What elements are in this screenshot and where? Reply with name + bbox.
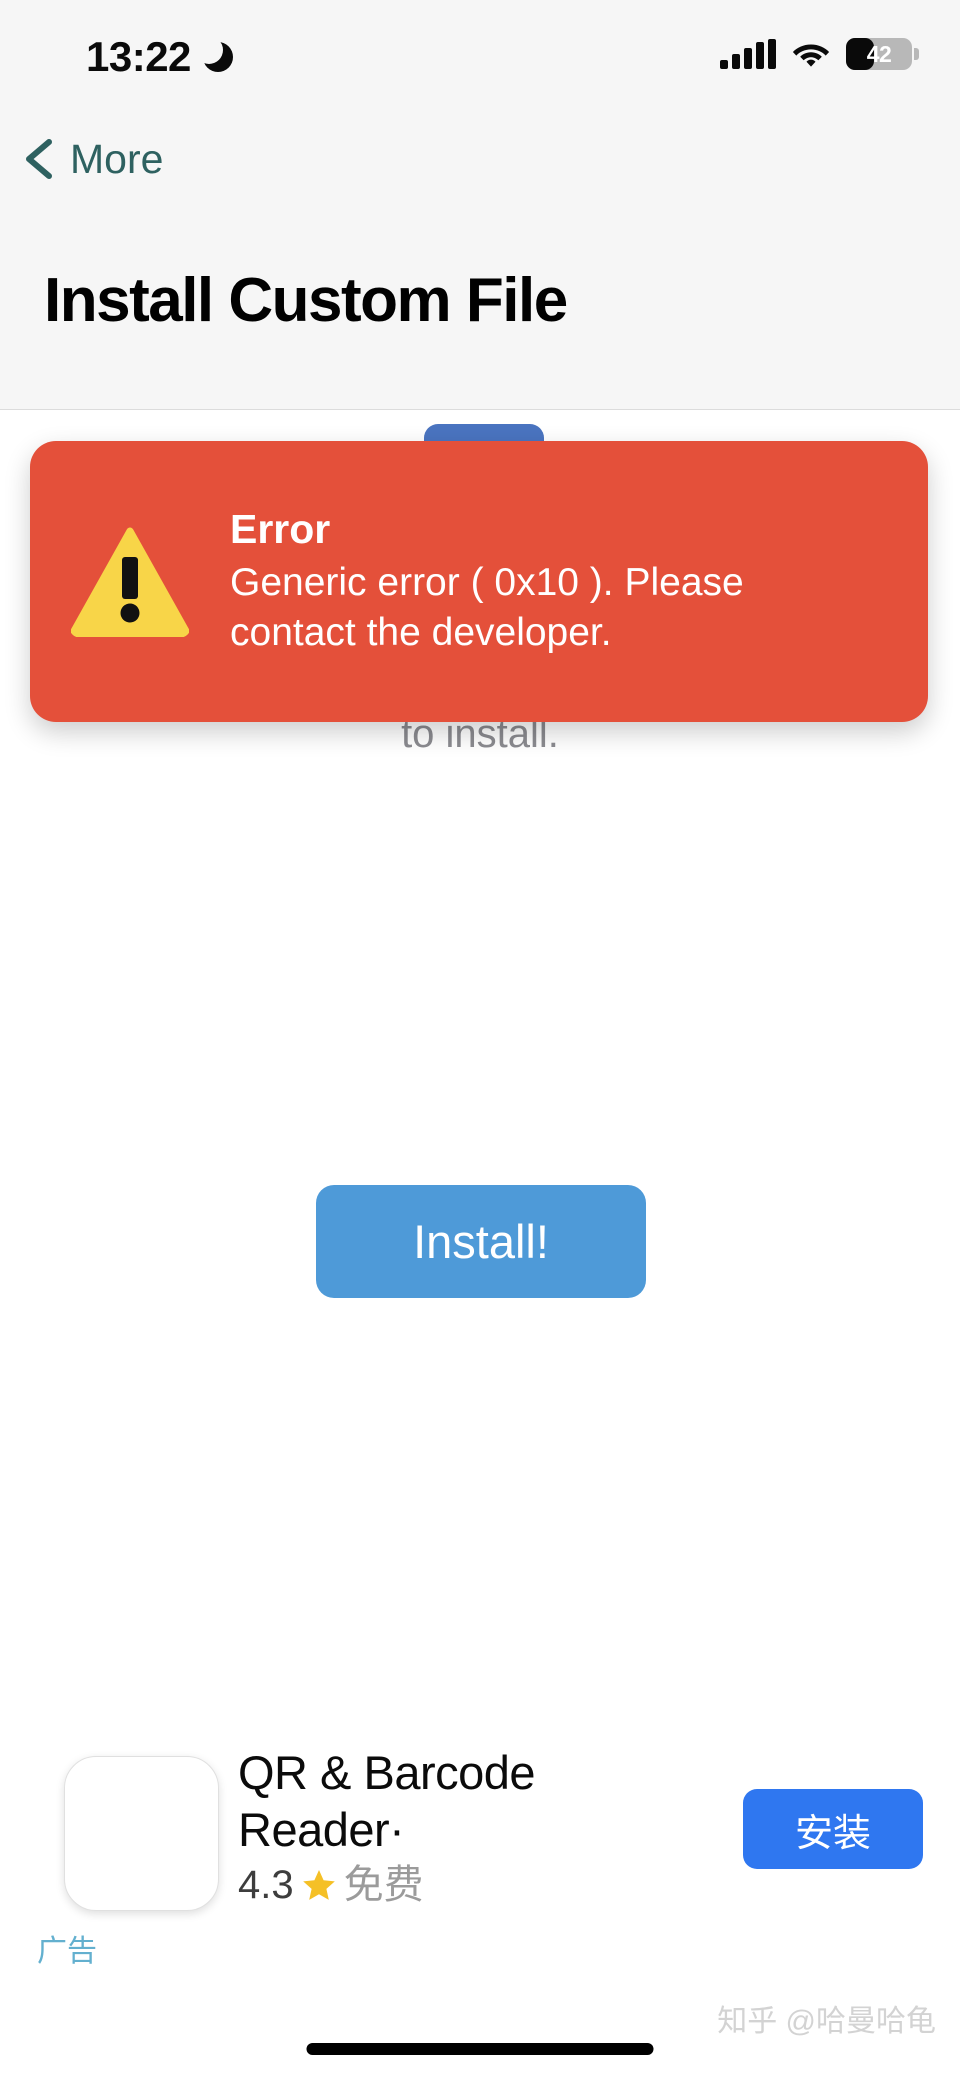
star-icon (302, 1868, 336, 1902)
status-bar-left: 13:22 (86, 36, 233, 78)
crescent-moon-icon (194, 36, 233, 72)
status-bar-right: 42 (720, 38, 919, 70)
phone-screen: 13:22 42 More Install Custom File to ins… (0, 0, 960, 2079)
ad-banner[interactable]: QR & Barcode Reader· 4.3 免费 安装 广告 (0, 1744, 960, 1989)
ad-info: QR & Barcode Reader· 4.3 免费 (238, 1744, 678, 1905)
battery-level: 42 (866, 41, 892, 67)
ad-install-button[interactable]: 安装 (743, 1789, 923, 1869)
ad-rating-value: 4.3 (238, 1862, 294, 1907)
ad-price-label: 免费 (343, 1862, 424, 1907)
error-toast[interactable]: Error Generic error ( 0x10 ). Please con… (30, 441, 928, 722)
ad-app-meta: 4.3 免费 (238, 1865, 678, 1905)
toast-title: Error (230, 506, 331, 553)
cellular-signal-icon (720, 39, 776, 69)
toast-message: Generic error ( 0x10 ). Please contact t… (230, 560, 744, 654)
install-button[interactable]: Install! (316, 1185, 646, 1298)
battery-icon: 42 (846, 38, 919, 70)
toast-text-block: Error Generic error ( 0x10 ). Please con… (230, 505, 928, 657)
chevron-left-icon (22, 137, 56, 181)
wifi-icon (792, 40, 830, 68)
ad-disclosure-label: 广告 (37, 1935, 97, 1968)
status-bar: 13:22 42 (0, 0, 960, 105)
header-region: 13:22 42 More Install Custom File (0, 0, 960, 410)
status-time: 13:22 (86, 33, 191, 80)
back-button-label: More (70, 135, 164, 182)
page-title: Install Custom File (44, 266, 568, 335)
toast-icon-wrap (30, 527, 230, 637)
home-indicator[interactable] (306, 2043, 654, 2055)
ad-app-title: QR & Barcode Reader· (238, 1746, 536, 1857)
battery-cap (914, 48, 919, 60)
warning-triangle-icon (70, 527, 190, 637)
back-button[interactable]: More (22, 137, 163, 181)
ad-app-icon (64, 1756, 219, 1911)
watermark: 知乎 @哈曼哈龟 (717, 2005, 936, 2038)
